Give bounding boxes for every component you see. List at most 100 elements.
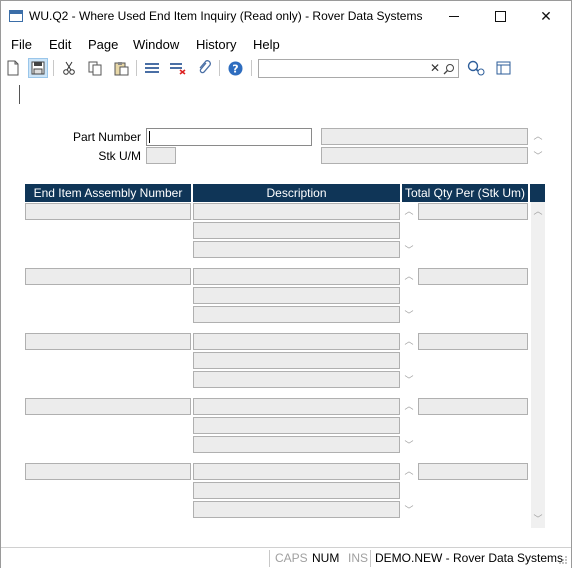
status-separator [269, 550, 270, 567]
layout-button[interactable] [493, 58, 513, 78]
description-scroll-up-icon[interactable]: ︿ [404, 206, 414, 216]
total-qty-cell[interactable] [418, 333, 528, 350]
maximize-icon [494, 11, 506, 22]
description-cell[interactable] [193, 222, 400, 239]
description-cell[interactable] [193, 203, 400, 220]
description-cell[interactable] [193, 333, 400, 350]
description-cell[interactable] [193, 306, 400, 323]
description-cell[interactable] [193, 287, 400, 304]
description-scroll-up-icon[interactable]: ︿ [404, 466, 414, 476]
description-cell[interactable] [193, 436, 400, 453]
new-document-icon [7, 60, 19, 76]
status-ins: INS [348, 551, 369, 565]
help-icon: ? [228, 61, 242, 75]
end-item-assembly-cell[interactable] [25, 398, 191, 415]
attach-button[interactable] [194, 58, 214, 78]
attach-icon [199, 60, 211, 74]
menu-edit[interactable]: Edit [49, 37, 71, 52]
part-number-label: Part Number [72, 130, 141, 144]
menu-history[interactable]: History [196, 37, 236, 52]
description-cell[interactable] [193, 501, 400, 518]
description-cell[interactable] [193, 417, 400, 434]
status-caps: CAPS [275, 551, 308, 565]
delete-row-icon [170, 63, 186, 75]
maximize-button[interactable] [477, 1, 523, 32]
minimize-icon [449, 16, 459, 17]
copy-icon [88, 61, 102, 75]
end-item-assembly-cell[interactable] [25, 463, 191, 480]
stk-um-label: Stk U/M [98, 149, 141, 163]
grid-scroll-down-icon[interactable]: ﹀ [533, 514, 543, 524]
grid-scrollbar[interactable] [531, 202, 545, 528]
toolbar-search-input[interactable]: ✕ [258, 59, 459, 78]
end-item-assembly-cell[interactable] [25, 203, 191, 220]
toolbar-separator [53, 60, 54, 76]
resize-grip-icon[interactable] [558, 555, 568, 565]
paste-button[interactable] [111, 58, 131, 78]
total-qty-cell[interactable] [418, 268, 528, 285]
insert-row-icon [145, 63, 159, 73]
window-title: WU.Q2 - Where Used End Item Inquiry (Rea… [29, 9, 423, 23]
scroll-up-icon[interactable]: ︿ [533, 131, 543, 141]
stk-um-field [146, 147, 176, 164]
column-header-scroll [530, 184, 545, 202]
description-cell[interactable] [193, 463, 400, 480]
menu-window[interactable]: Window [133, 37, 179, 52]
description-cell[interactable] [193, 398, 400, 415]
minimize-button[interactable] [431, 1, 477, 32]
description-scroll-down-icon[interactable]: ﹀ [404, 505, 414, 515]
zoom-button[interactable] [466, 58, 486, 78]
cut-icon [63, 61, 75, 75]
total-qty-cell[interactable] [418, 398, 528, 415]
part-description-line-2 [321, 147, 528, 164]
description-cell[interactable] [193, 268, 400, 285]
total-qty-cell[interactable] [418, 463, 528, 480]
app-window-icon [9, 10, 23, 22]
close-icon: ✕ [540, 8, 552, 24]
grid-scroll-up-icon[interactable]: ︿ [533, 206, 543, 216]
description-scroll-up-icon[interactable]: ︿ [404, 401, 414, 411]
text-cursor [19, 85, 20, 104]
toolbar: ? ✕ [1, 56, 571, 81]
description-scroll-down-icon[interactable]: ﹀ [404, 375, 414, 385]
app-window: WU.Q2 - Where Used End Item Inquiry (Rea… [0, 0, 572, 568]
end-item-assembly-cell[interactable] [25, 268, 191, 285]
delete-row-button[interactable] [168, 58, 188, 78]
column-header-description[interactable]: Description [193, 184, 400, 202]
description-cell[interactable] [193, 482, 400, 499]
description-scroll-up-icon[interactable]: ︿ [404, 336, 414, 346]
part-description-line-1 [321, 128, 528, 145]
scroll-down-icon[interactable]: ﹀ [533, 151, 543, 161]
end-item-assembly-cell[interactable] [25, 333, 191, 350]
insert-row-button[interactable] [142, 58, 162, 78]
save-button[interactable] [28, 58, 48, 78]
help-button[interactable]: ? [225, 58, 245, 78]
description-cell[interactable] [193, 371, 400, 388]
svg-text:?: ? [232, 62, 238, 75]
menu-bar: File Edit Page Window History Help [1, 33, 571, 55]
search-icon[interactable] [443, 63, 455, 75]
total-qty-cell[interactable] [418, 203, 528, 220]
column-header-end-item[interactable]: End Item Assembly Number [25, 184, 191, 202]
menu-help[interactable]: Help [253, 37, 280, 52]
cut-button[interactable] [59, 58, 79, 78]
description-scroll-down-icon[interactable]: ﹀ [404, 245, 414, 255]
toolbar-separator [251, 60, 252, 76]
title-bar[interactable]: WU.Q2 - Where Used End Item Inquiry (Rea… [1, 1, 571, 32]
menu-file[interactable]: File [11, 37, 32, 52]
description-cell[interactable] [193, 352, 400, 369]
close-button[interactable]: ✕ [523, 1, 569, 32]
clear-search-icon[interactable]: ✕ [430, 61, 440, 75]
description-scroll-down-icon[interactable]: ﹀ [404, 310, 414, 320]
new-document-button[interactable] [3, 58, 23, 78]
column-header-total-qty[interactable]: Total Qty Per (Stk Um) [402, 184, 528, 202]
copy-button[interactable] [85, 58, 105, 78]
description-scroll-up-icon[interactable]: ︿ [404, 271, 414, 281]
toolbar-separator [219, 60, 220, 76]
status-bar: CAPS NUM INS DEMO.NEW - Rover Data Syste… [1, 547, 571, 568]
part-number-input[interactable] [146, 128, 312, 146]
description-scroll-down-icon[interactable]: ﹀ [404, 440, 414, 450]
menu-page[interactable]: Page [88, 37, 118, 52]
description-cell[interactable] [193, 241, 400, 258]
layout-icon [496, 61, 510, 75]
